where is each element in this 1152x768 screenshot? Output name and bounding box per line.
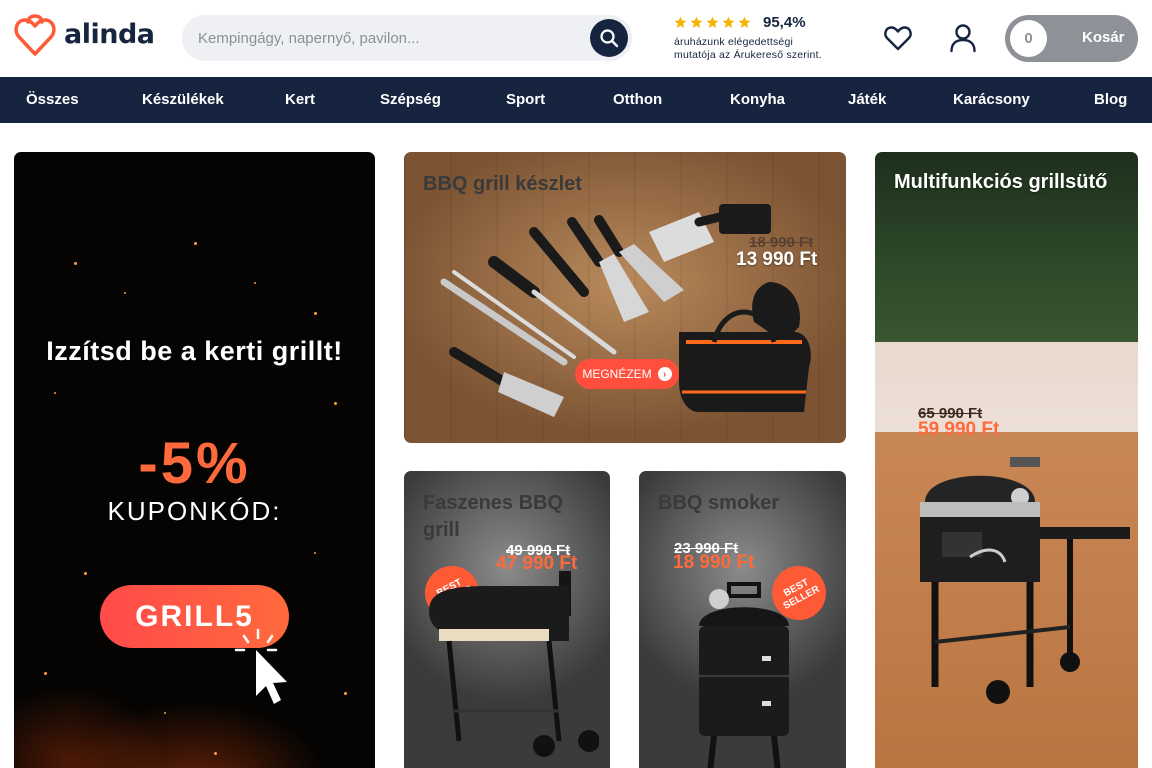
cart-count-badge: 0 bbox=[1010, 20, 1047, 57]
nav-item-osszes[interactable]: Összes bbox=[26, 77, 79, 123]
chevron-right-icon: › bbox=[657, 367, 672, 381]
smoker-title: BBQ smoker bbox=[658, 492, 780, 514]
rating-value: 95,4% bbox=[763, 14, 806, 31]
nav-item-karacsony[interactable]: Karácsony bbox=[953, 77, 1030, 123]
smoker-new-price: 18 990 Ft bbox=[673, 552, 755, 573]
title-line: Faszenes BBQ bbox=[423, 492, 564, 514]
site-header: alinda 95,4% áruházunk elégedettségi mut… bbox=[0, 0, 1152, 77]
heart-icon bbox=[884, 26, 912, 51]
star-icon bbox=[738, 16, 751, 29]
bbq-set-cta-button[interactable]: MEGNÉZEM › bbox=[575, 359, 679, 389]
coupon-label: KUPONKÓD: bbox=[107, 496, 282, 526]
bbq-set-banner[interactable]: BBQ grill készlet 18 990 Ft 13 990 Ft ME… bbox=[404, 152, 846, 443]
nav-item-szepseg[interactable]: Szépség bbox=[380, 77, 441, 123]
multi-grill-title: Multifunkciós grillsütő bbox=[894, 171, 1108, 193]
heart-bag-logo-icon bbox=[14, 14, 56, 56]
nav-item-otthon[interactable]: Otthon bbox=[613, 77, 662, 123]
store-rating[interactable]: 95,4% áruházunk elégedettségi mutatója a… bbox=[674, 14, 854, 62]
wishlist-button[interactable] bbox=[882, 22, 914, 54]
star-icon bbox=[706, 16, 719, 29]
rating-text-line: áruházunk elégedettségi bbox=[674, 36, 794, 48]
rating-stars: 95,4% bbox=[674, 14, 854, 31]
alinda-logo[interactable]: alinda bbox=[14, 10, 155, 58]
smoker-image bbox=[699, 582, 789, 768]
nav-item-keszulekek[interactable]: Készülékek bbox=[142, 77, 224, 123]
cart-button[interactable]: 0 Kosár bbox=[1005, 15, 1138, 62]
multi-grill-new-price: 59 990 Ft bbox=[918, 419, 1000, 440]
cart-label: Kosár bbox=[1082, 29, 1125, 46]
search-icon bbox=[600, 29, 619, 48]
charcoal-grill-title: Faszenes BBQ grill bbox=[423, 490, 563, 544]
coupon-banner[interactable]: Izzítsd be a kerti grillt! -5% KUPONKÓD:… bbox=[14, 152, 375, 768]
coupon-discount: -5% bbox=[138, 431, 251, 496]
search-input[interactable] bbox=[198, 15, 588, 61]
bbq-tools-image bbox=[440, 204, 811, 417]
star-icon bbox=[722, 16, 735, 29]
star-icon bbox=[690, 16, 703, 29]
account-button[interactable] bbox=[947, 22, 979, 54]
title-line: grill bbox=[423, 519, 460, 541]
nav-item-blog[interactable]: Blog bbox=[1094, 77, 1127, 123]
cta-label: MEGNÉZEM bbox=[582, 367, 652, 381]
coupon-headline: Izzítsd be a kerti grillt! bbox=[46, 336, 343, 366]
smoker-banner[interactable]: BBQ smoker 23 990 Ft 18 990 Ft BEST SELL… bbox=[639, 471, 846, 768]
category-nav: Összes Készülékek Kert Szépség Sport Ott… bbox=[0, 77, 1152, 123]
nav-item-kert[interactable]: Kert bbox=[285, 77, 315, 123]
bbq-set-new-price: 13 990 Ft bbox=[736, 249, 818, 270]
rating-description: áruházunk elégedettségi mutatója az Áruk… bbox=[674, 36, 854, 62]
multi-grill-banner[interactable]: Multifunkciós grillsütő 65 990 Ft 59 990… bbox=[875, 152, 1138, 768]
nav-item-konyha[interactable]: Konyha bbox=[730, 77, 785, 123]
search-button[interactable] bbox=[590, 19, 628, 57]
nav-item-sport[interactable]: Sport bbox=[506, 77, 545, 123]
user-icon bbox=[950, 24, 976, 53]
nav-item-jatek[interactable]: Játék bbox=[848, 77, 886, 123]
charcoal-grill-image bbox=[429, 571, 599, 757]
star-icon bbox=[674, 16, 687, 29]
brand-name: alinda bbox=[64, 18, 155, 50]
rating-text-line: mutatója az Árukereső szerint. bbox=[674, 49, 822, 61]
search-bar bbox=[182, 15, 632, 61]
click-cursor-icon bbox=[234, 628, 287, 704]
multi-grill-image bbox=[920, 457, 1130, 704]
charcoal-grill-banner[interactable]: Faszenes BBQ grill 49 990 Ft 47 990 Ft B… bbox=[404, 471, 610, 768]
